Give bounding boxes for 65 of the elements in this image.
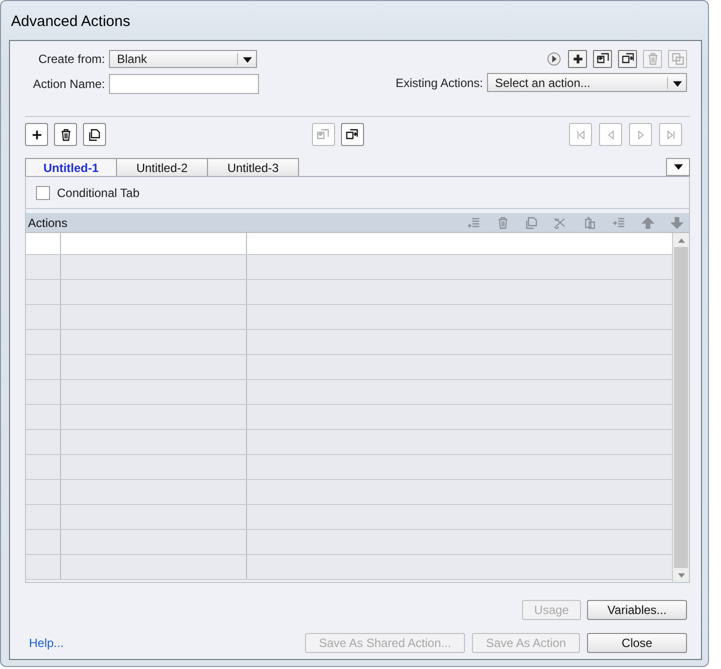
table-row[interactable] bbox=[26, 405, 672, 430]
first-icon bbox=[574, 128, 586, 140]
duplicate-icon bbox=[670, 52, 684, 66]
table-row[interactable] bbox=[26, 455, 672, 480]
export-button[interactable] bbox=[618, 50, 637, 68]
indent-icon bbox=[612, 216, 626, 230]
table-row[interactable] bbox=[26, 380, 672, 405]
checkbox[interactable] bbox=[36, 186, 50, 200]
tab[interactable]: Untitled-2 bbox=[116, 158, 208, 176]
tab-menu-button[interactable] bbox=[666, 158, 690, 176]
play-button[interactable] bbox=[546, 50, 562, 68]
table-row[interactable] bbox=[26, 280, 672, 305]
table-row[interactable] bbox=[26, 530, 672, 555]
scroll-up-icon[interactable] bbox=[678, 238, 684, 242]
caret-icon bbox=[674, 164, 682, 170]
window-title: Advanced Actions bbox=[10, 12, 132, 32]
create-from-dropdown[interactable]: Blank bbox=[109, 50, 257, 68]
plus-button[interactable] bbox=[25, 123, 48, 146]
import-icon bbox=[316, 128, 330, 142]
table-row[interactable] bbox=[26, 233, 672, 255]
copy-icon bbox=[88, 128, 102, 142]
table-row[interactable] bbox=[26, 555, 672, 580]
table-row[interactable] bbox=[26, 305, 672, 330]
actions-title: Actions bbox=[28, 216, 68, 230]
table-row[interactable] bbox=[26, 430, 672, 455]
insert-row-icon bbox=[467, 216, 481, 230]
up-arrow-icon bbox=[641, 216, 655, 230]
action-name-field[interactable] bbox=[109, 74, 259, 94]
field-label: Create from: bbox=[37, 52, 105, 66]
copy-icon bbox=[525, 216, 539, 230]
export-icon bbox=[620, 52, 634, 66]
plus-button[interactable] bbox=[568, 50, 587, 68]
import-icon bbox=[596, 52, 610, 66]
copy-button[interactable] bbox=[83, 123, 106, 146]
table-row[interactable] bbox=[26, 330, 672, 355]
plus-icon bbox=[30, 128, 44, 142]
table-row[interactable] bbox=[26, 480, 672, 505]
table-row[interactable] bbox=[26, 255, 672, 280]
caret-icon bbox=[672, 80, 682, 86]
field-label: Action Name: bbox=[32, 77, 105, 91]
scroll-down-icon[interactable] bbox=[678, 572, 684, 578]
dialog-button[interactable]: Close bbox=[587, 633, 687, 653]
trash-button[interactable] bbox=[54, 123, 77, 146]
import-button[interactable] bbox=[593, 50, 612, 68]
trash-icon bbox=[58, 128, 72, 142]
tab[interactable]: Untitled-1 bbox=[25, 158, 117, 176]
last-icon bbox=[664, 128, 676, 140]
scrollbar[interactable] bbox=[672, 233, 689, 582]
field-label: Existing Actions: bbox=[396, 76, 483, 90]
trash-icon bbox=[496, 216, 510, 230]
caret-icon bbox=[242, 57, 252, 63]
trash-icon bbox=[646, 52, 660, 66]
checkbox-label: Conditional Tab bbox=[57, 186, 140, 200]
tab[interactable]: Untitled-3 bbox=[207, 158, 299, 176]
play-icon bbox=[547, 52, 561, 66]
variables-button[interactable]: Variables... bbox=[587, 600, 687, 620]
table-row[interactable] bbox=[26, 355, 672, 380]
table-row[interactable] bbox=[26, 505, 672, 530]
help-link[interactable]: Help... bbox=[25, 636, 64, 650]
paste-icon bbox=[583, 216, 597, 230]
export-icon bbox=[345, 128, 359, 142]
down-arrow-icon bbox=[670, 216, 684, 230]
existing-actions-dropdown[interactable]: Select an action... bbox=[487, 73, 687, 92]
export-button[interactable] bbox=[340, 123, 364, 146]
plus-icon bbox=[570, 52, 584, 66]
